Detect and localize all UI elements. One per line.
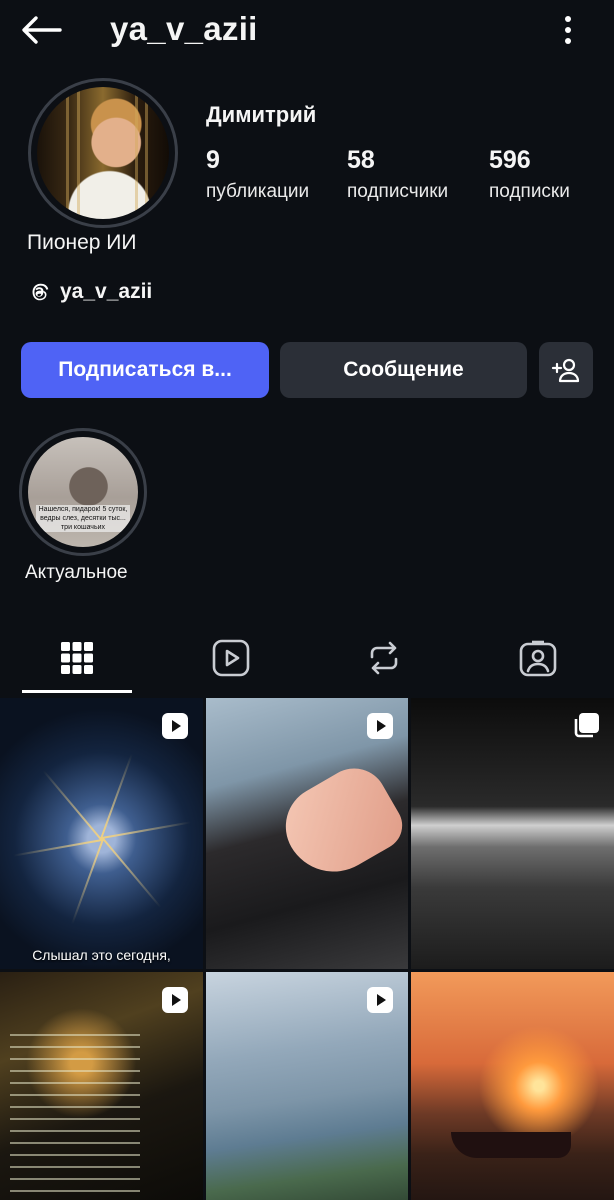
following-count: 596	[489, 146, 531, 174]
reel-icon	[367, 713, 393, 739]
post-image-boat	[451, 1132, 571, 1158]
back-button[interactable]	[18, 10, 64, 50]
profile-page: ya_v_azii Димитрий 9 публикации 58 подпи…	[0, 0, 614, 1200]
stat-posts[interactable]: 9 публикации	[206, 146, 309, 203]
more-vertical-icon	[565, 16, 571, 44]
tab-reposts[interactable]	[329, 628, 439, 688]
reel-icon	[162, 713, 188, 739]
grid-post[interactable]	[411, 972, 614, 1200]
message-button[interactable]: Сообщение	[280, 342, 527, 398]
threads-link[interactable]: ya_v_azii	[27, 280, 152, 304]
profile-username: ya_v_azii	[110, 10, 258, 47]
reel-icon	[367, 987, 393, 1013]
story-highlight[interactable]: Нашелся, пидарок! 5 суток, ведры слез, д…	[19, 428, 147, 583]
stat-following[interactable]: 596 подписки	[489, 146, 570, 203]
content-tabs	[0, 618, 614, 698]
repost-icon	[370, 641, 398, 675]
highlight-image: Нашелся, пидарок! 5 суток, ведры слез, д…	[28, 437, 138, 547]
tagged-icon	[519, 640, 557, 677]
back-arrow-icon	[22, 16, 62, 44]
threads-icon	[32, 283, 49, 301]
followers-count: 58	[347, 146, 375, 174]
grid-post[interactable]	[411, 698, 614, 969]
posts-label: публикации	[206, 181, 310, 202]
tab-tagged[interactable]	[483, 628, 593, 688]
top-bar: ya_v_azii	[0, 0, 614, 64]
grid-post[interactable]	[0, 972, 203, 1200]
threads-handle: ya_v_azii	[60, 280, 153, 303]
follow-button[interactable]: Подписаться в...	[21, 342, 269, 398]
highlight-cover: Нашелся, пидарок! 5 суток, ведры слез, д…	[19, 428, 147, 556]
grid-post[interactable]: Слышал это сегодня,	[0, 698, 203, 969]
add-person-icon	[551, 358, 580, 383]
grid-post[interactable]	[206, 972, 408, 1200]
carousel-icon	[574, 713, 599, 738]
avatar-image	[37, 87, 169, 219]
following-label: подписки	[489, 181, 570, 202]
post-image-hand	[270, 756, 408, 890]
grid-post[interactable]	[206, 698, 408, 969]
grid-icon	[61, 642, 93, 674]
active-tab-indicator	[22, 690, 132, 693]
followers-label: подписчики	[347, 181, 449, 202]
stat-followers[interactable]: 58 подписчики	[347, 146, 448, 203]
highlight-label: Актуальное	[25, 562, 128, 583]
tab-posts-grid[interactable]	[22, 628, 132, 688]
posts-count: 9	[206, 146, 220, 174]
post-caption: Слышал это сегодня,	[32, 947, 171, 963]
tab-reels[interactable]	[176, 628, 286, 688]
reel-icon	[162, 987, 188, 1013]
more-options-button[interactable]	[558, 12, 578, 48]
display-name: Димитрий	[206, 102, 317, 127]
suggest-users-button[interactable]	[539, 342, 593, 398]
profile-bio: Пионер ИИ	[27, 231, 137, 254]
posts-grid: Слышал это сегодня,	[0, 698, 614, 1200]
profile-avatar[interactable]	[28, 78, 178, 228]
reels-icon	[212, 639, 250, 677]
highlight-image-text: Нашелся, пидарок! 5 суток, ведры слез, д…	[36, 505, 130, 533]
post-image-building	[10, 1032, 140, 1192]
